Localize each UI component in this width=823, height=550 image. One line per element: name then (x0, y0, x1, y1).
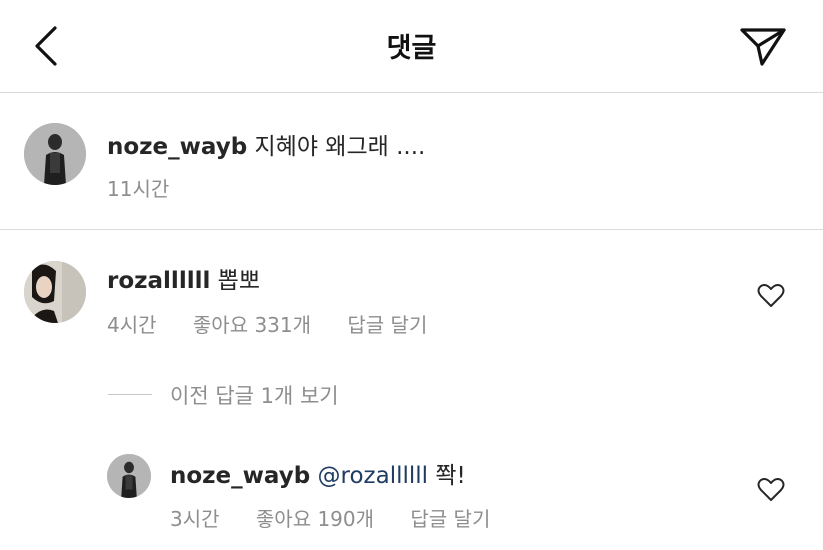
like-button[interactable] (757, 283, 785, 309)
header-bar: 댓글 (0, 0, 823, 93)
avatar-photo (24, 123, 86, 185)
comment-likes-link[interactable]: 좋아요 331개 (193, 313, 311, 337)
avatar[interactable] (107, 454, 151, 498)
heart-icon (757, 284, 785, 307)
comment-username[interactable]: rozallllll (107, 268, 210, 294)
reply-button[interactable]: 답글 달기 (410, 507, 490, 531)
reply-meta: 3시간 좋아요 190개 답글 달기 (170, 503, 520, 532)
view-previous-replies-label: 이전 답글 1개 보기 (170, 384, 339, 408)
comment-text: 뽑뽀 (217, 268, 260, 294)
reply-likes-link[interactable]: 좋아요 190개 (256, 507, 374, 531)
reply-text: 쫙! (435, 463, 466, 489)
comment-time: 4시간 (107, 313, 157, 337)
heart-icon (757, 478, 785, 501)
comment-text-line: rozallllll 뽑뽀 (107, 261, 260, 295)
caption-text-line: noze_wayb 지혜야 왜그래 .... (107, 127, 425, 161)
page-title: 댓글 (386, 33, 437, 64)
avatar[interactable] (24, 123, 86, 185)
caption-time: 11시간 (107, 177, 170, 201)
paper-plane-icon (740, 28, 786, 66)
reply-button[interactable]: 답글 달기 (347, 313, 427, 337)
avatar[interactable] (24, 261, 86, 323)
divider-line (108, 394, 152, 395)
reply-mention[interactable]: @rozallllll (318, 463, 429, 489)
reply-text-line: noze_wayb @rozallllll 쫙! (170, 456, 466, 490)
avatar-photo (107, 454, 151, 498)
caption-meta: 11시간 (107, 173, 199, 202)
caption-text: 지혜야 왜그래 .... (254, 134, 426, 160)
reply-username[interactable]: noze_wayb (170, 463, 310, 489)
share-button[interactable] (738, 24, 788, 70)
post-caption: noze_wayb 지혜야 왜그래 .... 11시간 (0, 93, 823, 230)
reply-time: 3시간 (170, 507, 220, 531)
caption-username[interactable]: noze_wayb (107, 134, 247, 160)
like-button[interactable] (757, 477, 785, 503)
comment-meta: 4시간 좋아요 331개 답글 달기 (107, 309, 457, 338)
avatar-photo (24, 261, 86, 323)
